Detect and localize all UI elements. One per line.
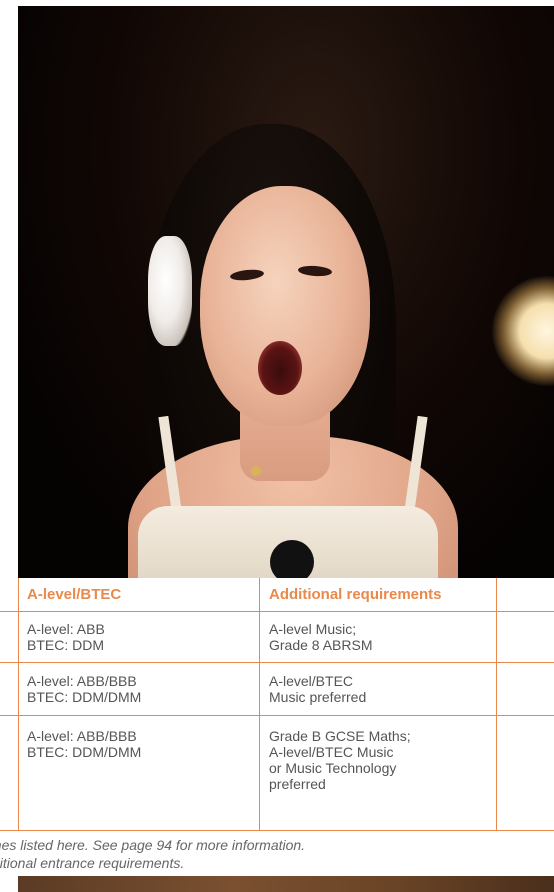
table-row: A-level: ABB/BBB BTEC: DDM/DMM Grade B G…: [0, 716, 554, 831]
table-row: A-level: ABB/BBB BTEC: DDM/DMM A-level/B…: [0, 663, 554, 716]
cell-additional: A-level/BTEC Music preferred: [269, 673, 367, 705]
header-additional-requirements: Additional requirements: [269, 586, 442, 603]
header-alevel-btec: A-level/BTEC: [27, 586, 122, 603]
table-header-row: A-level/BTEC Additional requirements: [0, 578, 554, 612]
photo-bottom-strip: [18, 876, 554, 892]
dress-bow: [270, 540, 314, 578]
stage-spotlight: [492, 276, 554, 386]
cell-additional: Grade B GCSE Maths; A-level/BTEC Music o…: [269, 728, 411, 792]
footnote-line-2: ditional entrance requirements.: [0, 855, 185, 871]
cell-alevel-btec: A-level: ABB/BBB BTEC: DDM/DMM: [27, 728, 142, 760]
cell-additional: A-level Music; Grade 8 ABRSM: [269, 621, 373, 653]
hair-flower: [148, 236, 192, 346]
cell-alevel-btec: A-level: ABB BTEC: DDM: [27, 621, 105, 653]
pendant: [251, 466, 261, 476]
cell-alevel-btec: A-level: ABB/BBB BTEC: DDM/DMM: [27, 673, 142, 705]
singer-photo: [18, 6, 554, 578]
open-mouth: [258, 341, 302, 395]
table-row: A-level: ABB BTEC: DDM A-level Music; Gr…: [0, 611, 554, 663]
footnote-line-1: ones listed here. See page 94 for more i…: [0, 837, 306, 853]
table-footnote: ones listed here. See page 94 for more i…: [0, 831, 554, 881]
